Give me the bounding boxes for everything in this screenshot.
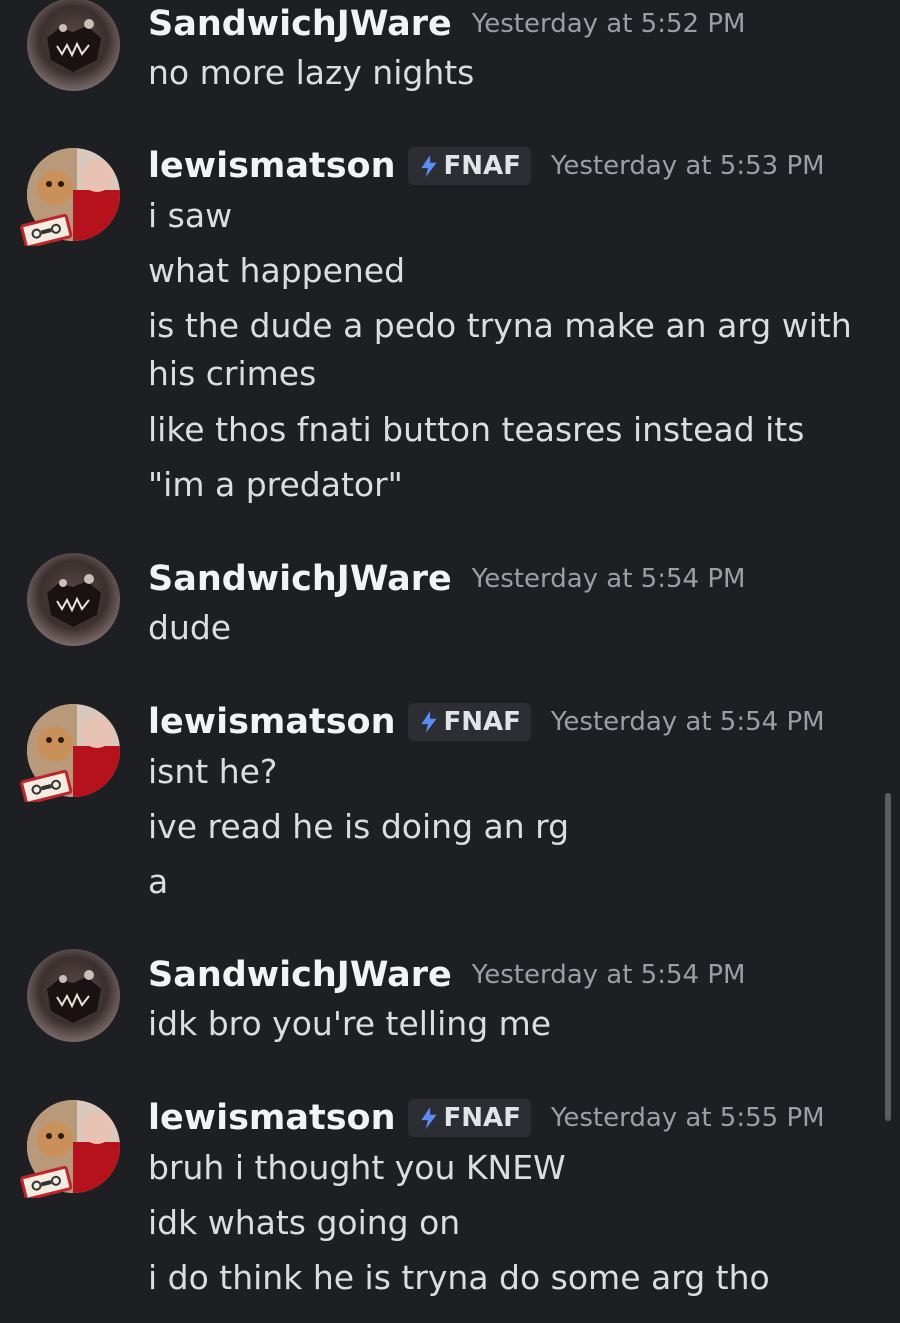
timestamp[interactable]: Yesterday at 5:52 PM — [472, 9, 746, 39]
message-text: i do think he is tryna do some arg tho — [148, 1258, 770, 1297]
guild-tag[interactable]: FNAF — [407, 147, 531, 185]
message-text: idk bro you're telling me — [148, 1004, 552, 1043]
cassette-tape-icon — [19, 1165, 75, 1201]
message-text: no more lazy nights — [148, 53, 475, 92]
message-text: what happened — [148, 251, 406, 290]
lightning-bolt-icon — [420, 155, 437, 177]
message-header: SandwichJWare Yesterday at 5:52 PM — [148, 0, 745, 48]
message-text: is the dude a pedo tryna make an arg wit… — [148, 306, 863, 393]
lightning-bolt-icon — [420, 711, 437, 733]
message-text: a — [148, 862, 169, 901]
message-text: bruh i thought you KNEW — [148, 1148, 566, 1187]
guild-tag-label: FNAF — [443, 1103, 521, 1133]
message-text: isnt he? — [148, 752, 278, 791]
message-header: SandwichJWare Yesterday at 5:54 PM — [148, 951, 745, 999]
message-text: i saw — [148, 196, 233, 235]
avatar-sandwichjware[interactable] — [27, 553, 120, 646]
username[interactable]: SandwichJWare — [148, 559, 452, 599]
message-header: lewismatson FNAF Yesterday at 5:53 PM — [148, 142, 825, 190]
message-header: SandwichJWare Yesterday at 5:54 PM — [148, 555, 745, 603]
message-text: ive read he is doing an rg — [148, 807, 570, 846]
cassette-tape-icon — [19, 769, 75, 805]
username[interactable]: SandwichJWare — [148, 955, 452, 995]
username[interactable]: lewismatson — [148, 1098, 396, 1138]
message-header: lewismatson FNAF Yesterday at 5:55 PM — [148, 1094, 825, 1142]
guild-tag[interactable]: FNAF — [407, 703, 531, 741]
lightning-bolt-icon — [420, 1107, 437, 1129]
timestamp[interactable]: Yesterday at 5:54 PM — [472, 564, 746, 594]
message-text: like thos fnati button teasres instead i… — [148, 410, 805, 449]
timestamp[interactable]: Yesterday at 5:55 PM — [551, 1103, 825, 1133]
avatar-sandwichjware[interactable] — [27, 0, 120, 91]
guild-tag-label: FNAF — [443, 707, 521, 737]
guild-tag-label: FNAF — [443, 151, 521, 181]
timestamp[interactable]: Yesterday at 5:54 PM — [472, 960, 746, 990]
guild-tag[interactable]: FNAF — [407, 1099, 531, 1137]
timestamp[interactable]: Yesterday at 5:54 PM — [551, 707, 825, 737]
message-text: dude — [148, 608, 232, 647]
timestamp[interactable]: Yesterday at 5:53 PM — [551, 151, 825, 181]
avatar-sandwichjware[interactable] — [27, 949, 120, 1042]
message-header: lewismatson FNAF Yesterday at 5:54 PM — [148, 698, 825, 746]
message-text: idk whats going on — [148, 1203, 461, 1242]
username[interactable]: lewismatson — [148, 146, 396, 186]
username[interactable]: lewismatson — [148, 702, 396, 742]
cassette-tape-icon — [19, 213, 75, 249]
username[interactable]: SandwichJWare — [148, 4, 452, 44]
scrollbar-thumb[interactable] — [885, 793, 891, 1121]
message-text: "im a predator" — [148, 465, 403, 504]
